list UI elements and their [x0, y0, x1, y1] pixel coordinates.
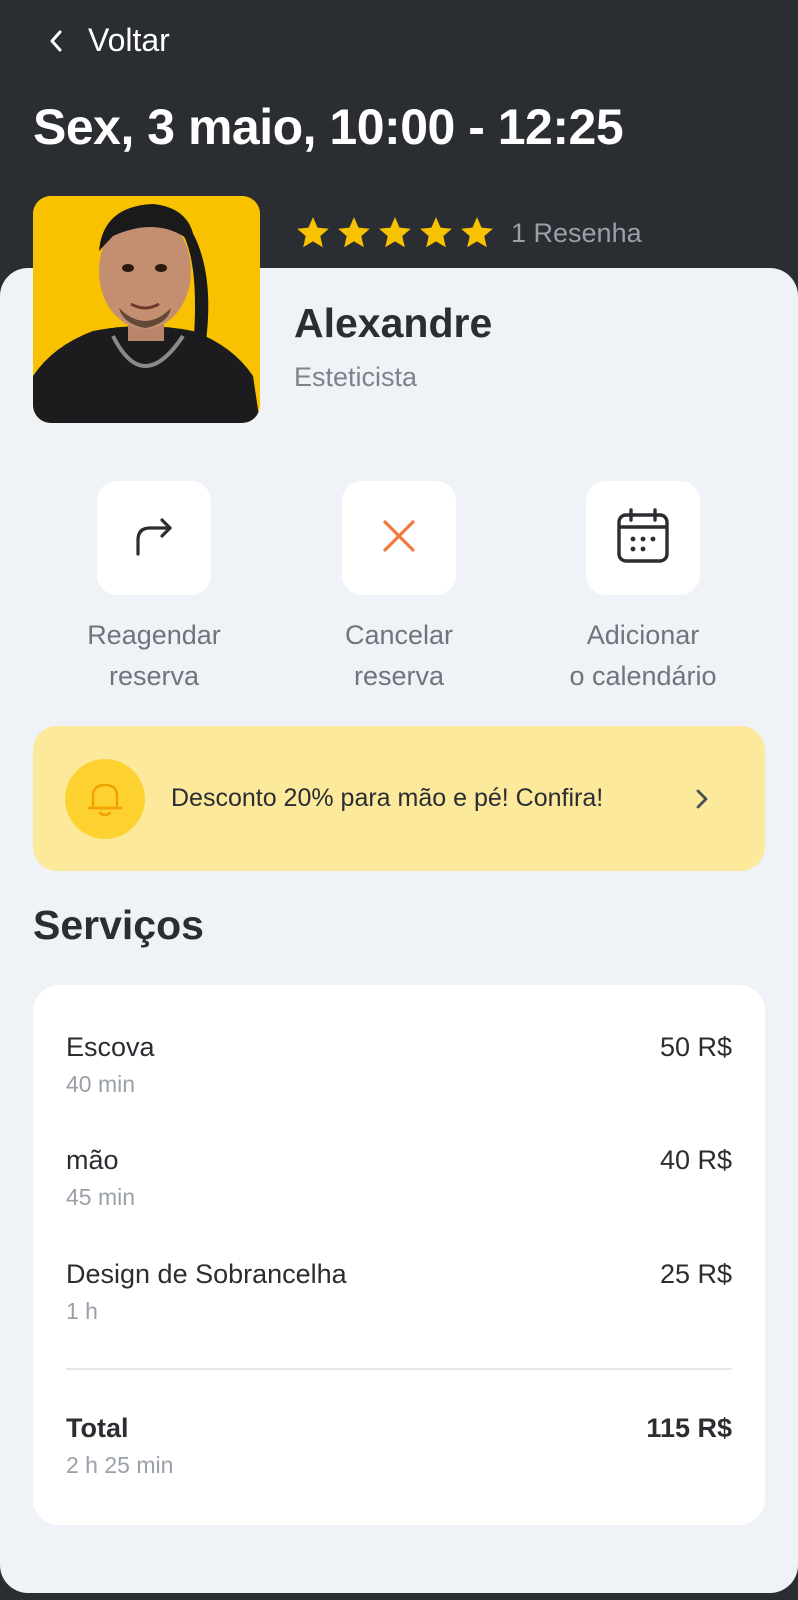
- calendar-icon: [615, 507, 671, 570]
- total-row: Total 2 h 25 min 115 R$: [66, 1413, 732, 1479]
- services-title: Serviços: [33, 902, 204, 948]
- service-duration: 45 min: [66, 1184, 136, 1210]
- service-price: 50 R$: [659, 1032, 732, 1062]
- reviews-count: 1 Resenha: [511, 217, 642, 248]
- total-price: 115 R$: [646, 1413, 732, 1443]
- professional-name: Alexandre: [294, 300, 493, 346]
- promo-banner[interactable]: Desconto 20% para mão e pé! Confira!: [33, 726, 765, 871]
- list-item: Design de Sobrancelha 1 h 25 R$: [66, 1259, 732, 1325]
- close-icon: [379, 516, 419, 561]
- reschedule-label: Reagendar reserva: [87, 620, 221, 691]
- bell-icon: [65, 758, 145, 839]
- service-duration: 1 h: [66, 1298, 98, 1324]
- cancel-button[interactable]: [342, 481, 456, 595]
- divider: [66, 1368, 732, 1370]
- action-cancel: Cancelar reserva: [299, 481, 499, 697]
- cancel-label: Cancelar reserva: [344, 620, 454, 691]
- add-calendar-button[interactable]: [586, 481, 700, 595]
- chevron-left-icon: [44, 26, 68, 56]
- avatar: [33, 196, 260, 423]
- service-duration: 40 min: [66, 1071, 136, 1097]
- back-label: Voltar: [88, 22, 170, 58]
- total-duration: 2 h 25 min: [66, 1452, 174, 1478]
- services-card: Escova 40 min 50 R$ mão 45 min 40 R$ Des…: [33, 985, 765, 1525]
- calendar-label: Adicionar o calendário: [569, 620, 717, 691]
- redo-arrow-icon: [132, 514, 176, 563]
- chevron-right-icon: [695, 786, 715, 812]
- service-name: Design de Sobrancelha: [66, 1259, 347, 1289]
- star-icon: [379, 217, 411, 248]
- star-icon: [297, 217, 329, 248]
- star-icon: [461, 217, 493, 248]
- star-icon: [420, 217, 452, 248]
- rating[interactable]: 1 Resenha: [294, 214, 642, 252]
- action-calendar: Adicionar o calendário: [543, 481, 743, 697]
- service-name: mão: [66, 1145, 119, 1175]
- promo-text: Desconto 20% para mão e pé! Confira!: [171, 784, 604, 812]
- professional-role: Esteticista: [294, 362, 418, 392]
- back-button[interactable]: Voltar: [44, 22, 170, 59]
- star-icon: [338, 217, 370, 248]
- total-label: Total: [66, 1413, 129, 1443]
- action-reschedule: Reagendar reserva: [54, 481, 254, 697]
- list-item: mão 45 min 40 R$: [66, 1145, 732, 1211]
- service-price: 25 R$: [659, 1259, 732, 1289]
- reschedule-button[interactable]: [97, 481, 211, 595]
- service-name: Escova: [66, 1032, 155, 1062]
- page-title: Sex, 3 maio, 10:00 - 12:25: [33, 99, 624, 155]
- list-item: Escova 40 min 50 R$: [66, 1032, 732, 1098]
- service-price: 40 R$: [659, 1145, 732, 1175]
